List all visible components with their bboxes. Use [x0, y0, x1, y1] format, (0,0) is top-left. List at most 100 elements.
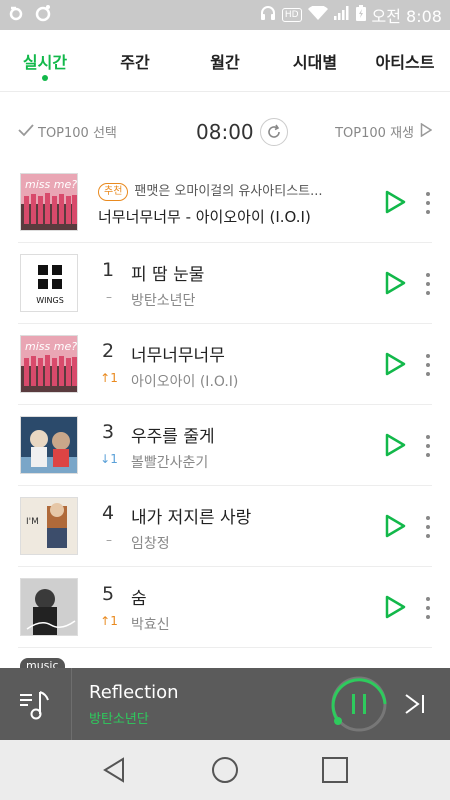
more-options-button[interactable]: [424, 597, 432, 619]
top100-select-button[interactable]: TOP100 선택: [18, 122, 117, 141]
more-vertical-icon: [426, 435, 430, 439]
play-icon: [385, 514, 406, 538]
tab-label: 시대별: [292, 52, 338, 72]
recommendation-description: 추천 팬맷은 오마이걸의 유사아티스트...: [98, 180, 378, 201]
back-icon: [103, 757, 124, 783]
system-navigation-bar: [0, 740, 450, 800]
song-title: 피 땀 눈물: [131, 265, 205, 285]
song-artist: 방탄소년단: [131, 293, 196, 309]
recommendation-title: 너무너무너무 - 아이오아이 (I.O.I): [98, 208, 311, 226]
song-title: 너무너무너무: [131, 346, 225, 366]
song-title: 우주를 줄게: [131, 427, 215, 447]
signal-icon: [333, 6, 350, 24]
rank-number: 4: [101, 502, 115, 524]
rank-change: ↑1: [100, 371, 118, 385]
chart-time-label: 08:00: [196, 120, 254, 144]
song-artist: 임창정: [131, 536, 170, 552]
rank-number: 1: [101, 259, 115, 281]
album-art: miss me?: [20, 335, 78, 393]
more-vertical-icon: [426, 354, 430, 358]
svg-text:miss me?: miss me?: [25, 340, 77, 353]
tab-artist[interactable]: 아티스트: [360, 30, 450, 92]
song-title: 내가 저지른 사랑: [131, 508, 252, 528]
top100-select-label: TOP100 선택: [38, 126, 117, 141]
now-playing-title: Reflection: [89, 682, 179, 703]
recents-button[interactable]: [320, 755, 350, 785]
more-vertical-icon: [426, 516, 430, 520]
checkmark-icon: [18, 123, 34, 141]
recommended-row[interactable]: miss me? 추천 팬맷은 오마이걸의 유사아티스트... 너무너무너무 - …: [18, 162, 432, 243]
album-art: miss me?: [20, 173, 78, 231]
song-title: 숨: [131, 589, 147, 609]
tab-by-era[interactable]: 시대별: [270, 30, 360, 92]
play-button[interactable]: [384, 595, 406, 619]
album-art: WINGS: [20, 254, 78, 312]
more-options-button[interactable]: [424, 435, 432, 457]
playlist-button[interactable]: [0, 668, 72, 740]
chart-time: 08:00: [196, 118, 288, 146]
recents-icon: [322, 757, 348, 783]
pause-button[interactable]: [331, 676, 387, 732]
tab-label: 주간: [120, 52, 150, 72]
rank-change: –: [106, 290, 112, 304]
more-vertical-icon: [426, 192, 430, 196]
more-options-button[interactable]: [424, 273, 432, 295]
rank-change: ↑1: [100, 614, 118, 628]
song-artist: 아이오아이 (I.O.I): [131, 374, 239, 390]
status-bar: HD 오전 8:08: [0, 0, 450, 30]
back-button[interactable]: [100, 755, 130, 785]
tab-monthly[interactable]: 월간: [180, 30, 270, 92]
play-icon: [385, 190, 406, 214]
refresh-button[interactable]: [259, 118, 288, 146]
top100-play-all-button[interactable]: TOP100 재생: [335, 122, 433, 141]
chart-row[interactable]: 3 ↓1 우주를 줄게 볼빨간사춘기: [18, 405, 432, 486]
battery-icon: [355, 5, 366, 25]
now-playing-artist: 방탄소년단: [89, 712, 149, 727]
play-button[interactable]: [384, 433, 406, 457]
home-button[interactable]: [210, 755, 240, 785]
album-art: I'M: [20, 497, 78, 555]
tab-label: 아티스트: [375, 52, 435, 72]
tab-weekly[interactable]: 주간: [90, 30, 180, 92]
rank-number: 2: [101, 340, 115, 362]
tab-label: 실시간: [22, 52, 68, 72]
play-button[interactable]: [384, 352, 406, 376]
play-button[interactable]: [384, 190, 406, 214]
chart-period-tabs: 실시간 주간 월간 시대별 아티스트: [0, 30, 450, 92]
app-notification-icon-2: [34, 4, 52, 26]
headphones-icon: [260, 5, 276, 25]
chart-row[interactable]: I'M 4 – 내가 저지른 사랑 임창정: [18, 486, 432, 567]
playlist-icon: [19, 691, 49, 720]
play-icon: [385, 352, 406, 376]
more-options-button[interactable]: [424, 192, 432, 214]
rank-number: 3: [101, 421, 115, 443]
status-time: 오전 8:08: [371, 7, 442, 26]
more-options-button[interactable]: [424, 516, 432, 538]
tab-label: 월간: [210, 52, 240, 72]
rank-number: 5: [101, 583, 115, 605]
chart-row[interactable]: 5 ↑1 숨 박효신: [18, 567, 432, 648]
svg-text:WINGS: WINGS: [36, 296, 64, 305]
home-icon: [212, 757, 238, 783]
song-artist: 박효신: [131, 617, 170, 633]
more-options-button[interactable]: [424, 354, 432, 376]
play-button[interactable]: [384, 271, 406, 295]
recommendation-badge: 추천: [98, 183, 129, 201]
chart-row[interactable]: WINGS 1 – 피 땀 눈물 방탄소년단: [18, 243, 432, 324]
tab-realtime[interactable]: 실시간: [0, 30, 90, 92]
album-art: [20, 578, 78, 636]
active-tab-indicator: [42, 74, 48, 81]
wifi-icon: [307, 4, 328, 24]
svg-text:I'M: I'M: [26, 517, 39, 527]
more-vertical-icon: [426, 597, 430, 601]
refresh-icon: [267, 124, 280, 138]
top100-play-label: TOP100 재생: [335, 126, 414, 141]
next-track-button[interactable]: [400, 689, 430, 719]
pause-icon: [331, 676, 387, 732]
rank-change: –: [106, 533, 112, 547]
play-icon: [385, 271, 406, 295]
recommendation-text: 팬맷은 오마이걸의 유사아티스트...: [134, 184, 323, 199]
chart-row[interactable]: miss me? 2 ↑1 너무너무너무 아이오아이 (I.O.I): [18, 324, 432, 405]
play-button[interactable]: [384, 514, 406, 538]
svg-text:miss me?: miss me?: [25, 178, 77, 191]
